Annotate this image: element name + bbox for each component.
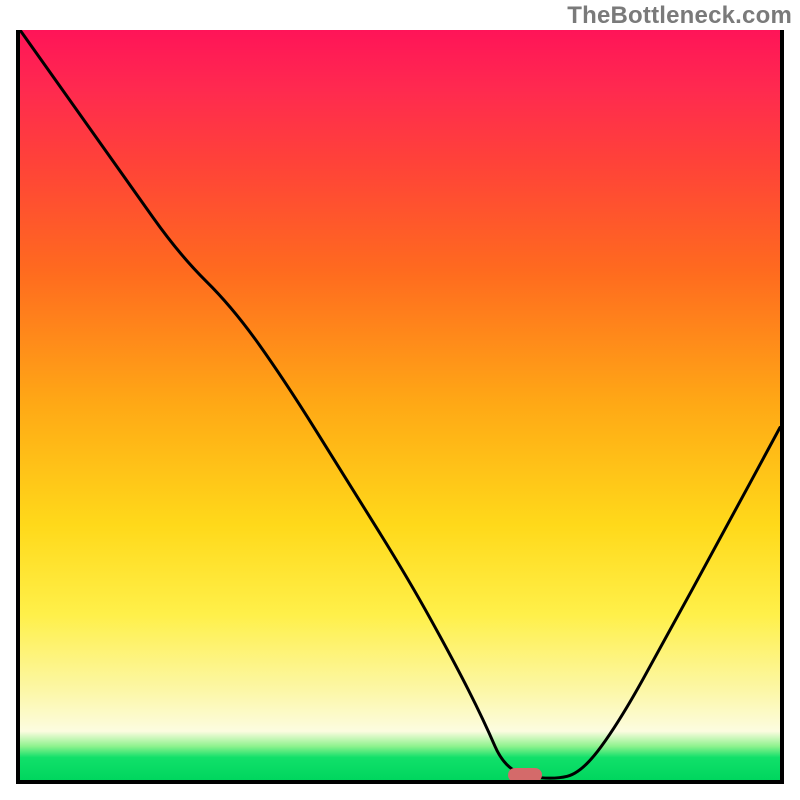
minimum-marker: [508, 768, 542, 782]
chart-curve-svg: [20, 30, 780, 780]
bottleneck-curve: [20, 30, 780, 778]
watermark-text: TheBottleneck.com: [567, 2, 792, 30]
chart-plot-area: [16, 30, 784, 784]
